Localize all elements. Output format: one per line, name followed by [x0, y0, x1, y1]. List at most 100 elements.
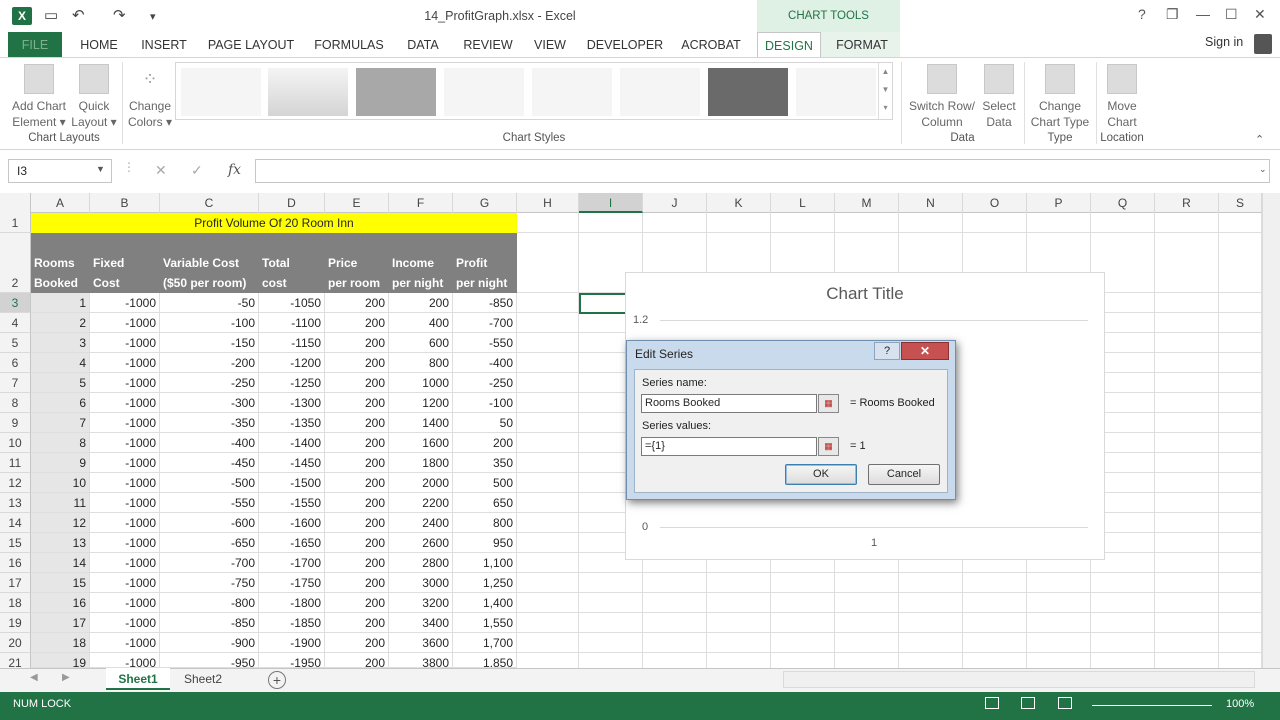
table-cell[interactable]: -150: [160, 333, 259, 353]
normal-view-icon[interactable]: [985, 697, 999, 709]
table-cell[interactable]: -1000: [90, 513, 160, 533]
insert-function-icon[interactable]: fx: [228, 162, 241, 178]
table-cell[interactable]: 350: [453, 453, 517, 473]
switch-row-column-button[interactable]: Switch Row/ Column: [905, 64, 979, 130]
table-cell[interactable]: -350: [160, 413, 259, 433]
table-cell[interactable]: 1,250: [453, 573, 517, 593]
table-cell[interactable]: 6: [31, 393, 90, 413]
table-cell[interactable]: -100: [160, 313, 259, 333]
help-icon[interactable]: ?: [874, 342, 900, 360]
row-header-4[interactable]: 4: [0, 313, 31, 333]
table-cell[interactable]: 1800: [389, 453, 453, 473]
chart-styles-gallery[interactable]: [175, 62, 893, 120]
table-cell[interactable]: -550: [160, 493, 259, 513]
select-data-button[interactable]: Select Data: [980, 64, 1018, 130]
table-cell[interactable]: 1,700: [453, 633, 517, 653]
table-cell[interactable]: -1000: [90, 373, 160, 393]
chart-style-3[interactable]: [356, 68, 436, 116]
tab-formulas[interactable]: FORMULAS: [310, 32, 388, 58]
table-cell[interactable]: 200: [325, 373, 389, 393]
table-cell[interactable]: 200: [453, 433, 517, 453]
table-cell[interactable]: 200: [325, 493, 389, 513]
table-cell[interactable]: 200: [325, 453, 389, 473]
table-cell[interactable]: -800: [160, 593, 259, 613]
row-header-18[interactable]: 18: [0, 593, 31, 613]
table-cell[interactable]: -1600: [259, 513, 325, 533]
table-cell[interactable]: 400: [389, 313, 453, 333]
column-header-e[interactable]: E: [325, 193, 389, 213]
table-cell[interactable]: -1000: [90, 353, 160, 373]
table-cell[interactable]: 3: [31, 333, 90, 353]
table-cell[interactable]: -1950: [259, 653, 325, 668]
table-cell[interactable]: 200: [389, 293, 453, 313]
row-header-2[interactable]: 2: [0, 233, 31, 293]
column-heading[interactable]: Income per night: [389, 233, 453, 293]
page-break-view-icon[interactable]: [1058, 697, 1072, 709]
chart-title[interactable]: Chart Title: [625, 284, 1105, 304]
sign-in-link[interactable]: Sign in: [1205, 35, 1243, 49]
undo-icon[interactable]: ↶: [72, 6, 85, 24]
table-cell[interactable]: -1000: [90, 453, 160, 473]
column-heading[interactable]: Rooms Booked: [31, 233, 90, 293]
sheet-tab-sheet2[interactable]: Sheet2: [172, 668, 234, 690]
table-cell[interactable]: -1650: [259, 533, 325, 553]
chart-style-7[interactable]: [708, 68, 788, 116]
table-cell[interactable]: -1000: [90, 493, 160, 513]
table-cell[interactable]: 3200: [389, 593, 453, 613]
row-header-14[interactable]: 14: [0, 513, 31, 533]
column-header-m[interactable]: M: [835, 193, 899, 213]
column-header-i[interactable]: I: [579, 193, 643, 213]
table-cell[interactable]: 1200: [389, 393, 453, 413]
table-cell[interactable]: 650: [453, 493, 517, 513]
column-header-o[interactable]: O: [963, 193, 1027, 213]
table-cell[interactable]: -1550: [259, 493, 325, 513]
table-cell[interactable]: -700: [453, 313, 517, 333]
table-cell[interactable]: 2: [31, 313, 90, 333]
scroll-left-icon[interactable]: ◀: [30, 672, 38, 683]
table-cell[interactable]: 2200: [389, 493, 453, 513]
tab-view[interactable]: VIEW: [528, 32, 572, 58]
chart-style-6[interactable]: [620, 68, 700, 116]
table-cell[interactable]: 50: [453, 413, 517, 433]
table-cell[interactable]: 200: [325, 613, 389, 633]
ok-button[interactable]: OK: [785, 464, 857, 485]
table-cell[interactable]: -1000: [90, 433, 160, 453]
column-header-c[interactable]: C: [160, 193, 259, 213]
column-header-g[interactable]: G: [453, 193, 517, 213]
table-cell[interactable]: -650: [160, 533, 259, 553]
table-cell[interactable]: -900: [160, 633, 259, 653]
horizontal-scrollbar[interactable]: [783, 671, 1255, 688]
sheet-tab-sheet1[interactable]: Sheet1: [106, 668, 170, 690]
maximize-icon[interactable]: ☐: [1225, 6, 1238, 23]
chart-style-5[interactable]: [532, 68, 612, 116]
series-name-input[interactable]: Rooms Booked: [641, 394, 817, 413]
table-cell[interactable]: 13: [31, 533, 90, 553]
zoom-level[interactable]: 100%: [1226, 698, 1254, 710]
table-cell[interactable]: -850: [453, 293, 517, 313]
table-cell[interactable]: 200: [325, 653, 389, 668]
table-cell[interactable]: 2600: [389, 533, 453, 553]
chart-style-4[interactable]: [444, 68, 524, 116]
table-cell[interactable]: 200: [325, 353, 389, 373]
select-all-corner[interactable]: [0, 193, 31, 213]
table-cell[interactable]: -1850: [259, 613, 325, 633]
table-cell[interactable]: -1100: [259, 313, 325, 333]
chart-style-8[interactable]: [796, 68, 876, 116]
enter-icon[interactable]: ✓: [191, 162, 203, 179]
table-cell[interactable]: 7: [31, 413, 90, 433]
table-cell[interactable]: -1000: [90, 333, 160, 353]
ribbon-display-icon[interactable]: ❐: [1166, 6, 1179, 23]
table-cell[interactable]: 19: [31, 653, 90, 668]
table-cell[interactable]: -1300: [259, 393, 325, 413]
sheet-title[interactable]: Profit Volume Of 20 Room Inn: [31, 213, 517, 233]
column-header-f[interactable]: F: [389, 193, 453, 213]
table-cell[interactable]: -300: [160, 393, 259, 413]
table-cell[interactable]: -1350: [259, 413, 325, 433]
table-cell[interactable]: -1000: [90, 393, 160, 413]
table-cell[interactable]: -1800: [259, 593, 325, 613]
tab-home[interactable]: HOME: [74, 32, 124, 58]
tab-insert[interactable]: INSERT: [136, 32, 192, 58]
table-cell[interactable]: 800: [389, 353, 453, 373]
minimize-icon[interactable]: —: [1196, 6, 1210, 22]
table-cell[interactable]: -1000: [90, 473, 160, 493]
